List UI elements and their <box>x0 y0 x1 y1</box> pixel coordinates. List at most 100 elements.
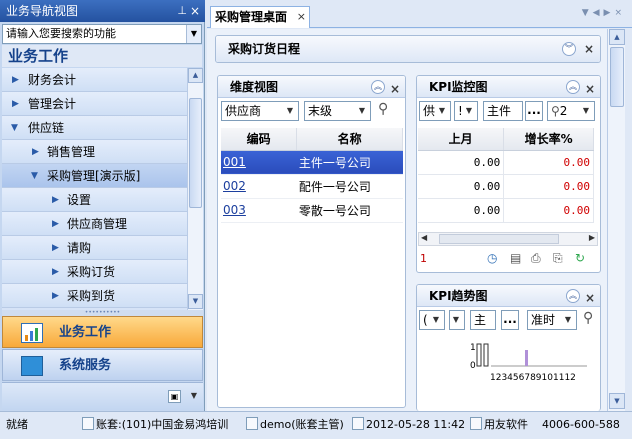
column-header[interactable]: 增长率% <box>503 128 594 151</box>
tree-node-sales[interactable]: ▶ 销售管理 <box>2 140 187 164</box>
scroll-down-icon[interactable]: ▼ <box>609 393 625 409</box>
code-link[interactable]: 001 <box>223 155 246 169</box>
kpi-category-select[interactable]: 供 ▼ <box>419 101 451 121</box>
table-row[interactable]: 001 主件一号公司 <box>221 150 403 175</box>
scroll-left-icon[interactable]: ◀ <box>421 233 427 242</box>
tree-node-label: 财务会计 <box>28 73 77 87</box>
scroll-up-icon[interactable]: ▲ <box>609 29 625 45</box>
table-row[interactable]: 003 零散一号公司 <box>221 198 403 223</box>
system-service-button[interactable]: 系统服务 <box>2 349 203 381</box>
trend-object-input[interactable]: 主 <box>470 310 496 330</box>
collapse-icon[interactable]: ︽ <box>371 80 385 94</box>
tree-scrollbar[interactable]: ▲ ▼ <box>187 68 203 310</box>
phone-icon <box>470 417 482 430</box>
scroll-up-icon[interactable]: ▲ <box>188 68 203 83</box>
vendor-text: 用友软件 <box>484 418 528 431</box>
level-select[interactable]: 末级 ▼ <box>304 101 371 121</box>
column-header[interactable]: 上月 <box>418 128 505 151</box>
tab-navigation[interactable]: ▼◀▶× <box>582 8 626 18</box>
scroll-down-icon[interactable]: ▼ <box>188 294 203 309</box>
kpi-monitor-panel: KPI监控图 ︽ × 供 ▼ ! ▼ 主件 ... ⚲2 ▼ 上月 增长率% 0… <box>416 75 601 273</box>
close-icon[interactable]: × <box>585 287 595 309</box>
scroll-right-icon[interactable]: ▶ <box>589 233 595 242</box>
trend-type-select[interactable]: ▼ <box>449 310 465 330</box>
chart-bar <box>476 343 482 367</box>
horizontal-scrollbar[interactable]: ◀ ▶ <box>418 232 598 246</box>
table-row[interactable]: 0.00 0.00 <box>418 174 594 199</box>
tree-node-label: 供应商管理 <box>67 217 128 231</box>
trend-category-select[interactable]: ( ▼ <box>419 310 445 330</box>
account-status: 账套:(101)中国金易鸿培训 <box>82 412 228 438</box>
close-icon[interactable]: × <box>297 7 306 27</box>
table-row[interactable]: 002 配件一号公司 <box>221 174 403 199</box>
search-icon[interactable]: ⚲ <box>378 101 388 117</box>
search-icon[interactable]: ⚲ <box>583 310 593 326</box>
kpi-object-input[interactable]: 主件 <box>483 101 523 121</box>
table-row[interactable]: 0.00 0.00 <box>418 150 594 175</box>
document-icon[interactable]: ▤ <box>510 251 521 265</box>
tree-node-label: 管理会计 <box>28 97 77 111</box>
schedule-header: 采购订货日程 ︾ × <box>216 36 600 62</box>
code-cell[interactable]: 002 <box>221 174 297 199</box>
scroll-thumb[interactable] <box>189 98 202 208</box>
collapse-icon[interactable]: ︾ <box>562 42 576 56</box>
preview-icon[interactable]: ⎙ <box>531 251 541 266</box>
chevron-down-icon: ▼ <box>358 106 366 115</box>
code-cell[interactable]: 001 <box>221 150 297 175</box>
code-cell[interactable]: 003 <box>221 198 297 223</box>
user-icon <box>246 417 258 430</box>
table-row[interactable]: 0.00 0.00 <box>418 198 594 223</box>
tree-node-supplier[interactable]: ▶ 供应商管理 <box>2 212 187 236</box>
x-tick-labels: 123456789101112 <box>490 373 576 383</box>
nav-footer: ▣ ▼ <box>2 382 203 410</box>
level-select-value: 末级 <box>308 104 333 118</box>
trend-metric-select[interactable]: 准时 ▼ <box>527 310 577 330</box>
column-header[interactable]: 名称 <box>296 128 403 151</box>
date-status: 2012-05-28 11:42 <box>352 412 465 438</box>
configure-icon[interactable]: ▣ <box>168 390 181 403</box>
business-work-button[interactable]: 业务工作 <box>2 316 203 348</box>
page-number: 1 <box>420 252 427 265</box>
dimension-select[interactable]: 供应商 ▼ <box>221 101 299 121</box>
close-icon[interactable]: × <box>390 78 400 100</box>
scroll-thumb[interactable] <box>610 47 624 107</box>
kpi-period-select[interactable]: ⚲2 ▼ <box>547 101 595 121</box>
more-button[interactable]: ... <box>525 101 543 121</box>
refresh-icon[interactable]: ↻ <box>575 251 585 265</box>
function-search-input[interactable]: 请输入您要搜索的功能 ▼ <box>2 24 202 44</box>
trend-chart: 1 0 123456789101112 <box>470 343 587 383</box>
close-icon[interactable]: × <box>190 0 200 22</box>
last-month-cell: 0.00 <box>418 174 505 199</box>
pin-icon[interactable]: ⊥ <box>177 0 187 22</box>
tree-node-finance[interactable]: ▶ 财务会计 <box>2 68 187 92</box>
more-button[interactable]: ... <box>501 310 519 330</box>
code-link[interactable]: 002 <box>223 179 246 193</box>
column-header[interactable]: 编码 <box>221 128 298 151</box>
panel-title: KPI趋势图 <box>429 289 488 303</box>
collapse-icon[interactable]: ︽ <box>566 289 580 303</box>
clock-icon[interactable]: ◷ <box>487 251 497 265</box>
tab-purchase-desktop[interactable]: 采购管理桌面 × <box>210 6 310 28</box>
tree-node-requisition[interactable]: ▶ 请购 <box>2 236 187 260</box>
chevron-down-icon[interactable]: ▼ <box>191 391 197 400</box>
tree-node-purchase[interactable]: ▼ 采购管理[演示版] <box>2 164 187 188</box>
code-link[interactable]: 003 <box>223 203 246 217</box>
tree-node-arrival[interactable]: ▶ 采购到货 <box>2 284 187 308</box>
name-cell: 零散一号公司 <box>296 198 403 223</box>
tree-node-management[interactable]: ▶ 管理会计 <box>2 92 187 116</box>
tree-node-order[interactable]: ▶ 采购订货 <box>2 260 187 284</box>
tree-node-supply-chain[interactable]: ▼ 供应链 <box>2 116 187 140</box>
chevron-down-icon[interactable]: ▼ <box>186 25 201 43</box>
kpi-type-select[interactable]: ! ▼ <box>454 101 478 121</box>
chart-bar <box>483 343 489 367</box>
y-tick-top: 1 <box>470 343 476 353</box>
scroll-thumb[interactable] <box>439 234 559 244</box>
close-icon[interactable]: × <box>584 36 594 62</box>
chevron-down-icon: ▼ <box>31 171 38 181</box>
close-icon[interactable]: × <box>585 78 595 100</box>
print-icon[interactable]: ⎘ <box>553 251 563 266</box>
chevron-down-icon: ▼ <box>438 106 446 115</box>
tree-node-settings[interactable]: ▶ 设置 <box>2 188 187 212</box>
desktop-scrollbar[interactable]: ▲ ▼ <box>607 29 625 411</box>
collapse-icon[interactable]: ︽ <box>566 80 580 94</box>
